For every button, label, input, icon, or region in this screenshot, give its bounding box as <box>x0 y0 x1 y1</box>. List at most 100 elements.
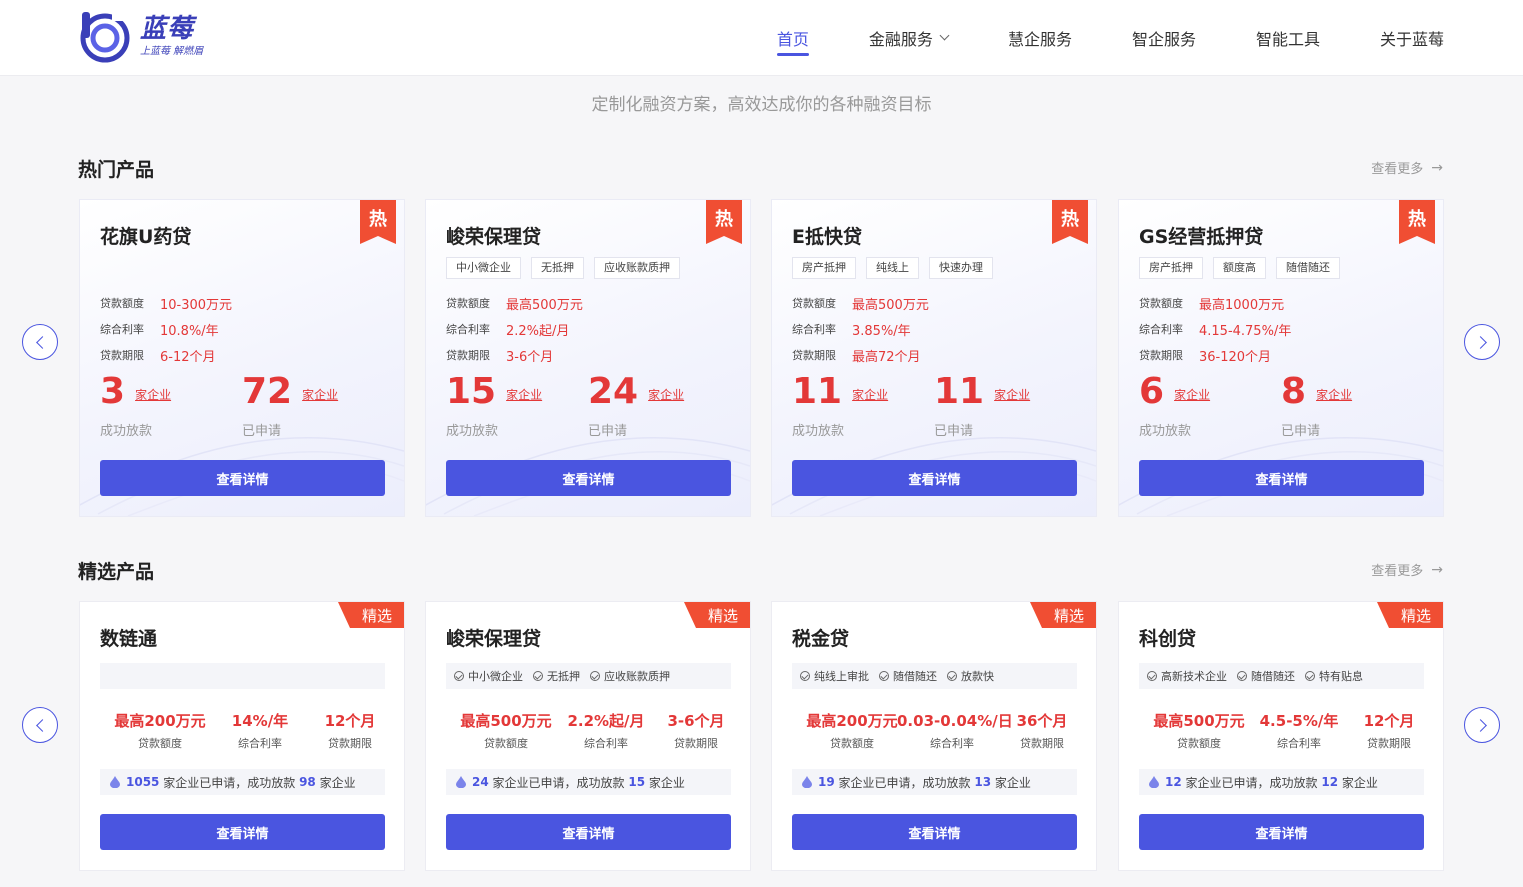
applied-count: 72 <box>242 371 293 412</box>
term-label: 贷款期限 <box>1020 737 1064 750</box>
amount-stat: 最高200万元 贷款额度 <box>792 710 912 751</box>
tag-label: 应收账款质押 <box>604 670 670 683</box>
view-details-button[interactable]: 查看详情 <box>792 814 1077 850</box>
hot-badge-label: 热 <box>715 209 733 230</box>
term-label: 贷款期限 <box>792 349 836 362</box>
apply-text: 家企业已申请，成功放款 <box>838 775 971 790</box>
product-tag: 快速办理 <box>929 257 993 279</box>
product-tag: 中小微企业 <box>454 668 523 684</box>
amount-label: 贷款额度 <box>100 297 144 310</box>
drop-icon <box>802 776 812 788</box>
view-details-button[interactable]: 查看详情 <box>446 814 731 850</box>
tag-label: 高新技术企业 <box>1161 670 1227 683</box>
product-tags: 房产抵押 额度高 随借随还 <box>1139 257 1350 279</box>
rate-stat: 4.5-5%/年 综合利率 <box>1244 710 1354 751</box>
product-tag: 无抵押 <box>531 257 584 279</box>
hot-prev-button[interactable] <box>22 324 58 360</box>
product-info: 贷款额度 10-300万元 综合利率 10.8%/年 贷款期限 6-12个月 <box>100 290 232 368</box>
amount-value: 最高1000万元 <box>1199 297 1285 313</box>
applied-count: 24 <box>588 371 639 412</box>
chevron-left-icon <box>35 335 49 349</box>
tag-label: 特有贴息 <box>1319 670 1363 683</box>
applied-stat: 24 家企业 已申请 <box>588 370 684 439</box>
page-subtitle: 定制化融资方案，高效达成你的各种融资目标 <box>591 95 932 115</box>
hot-badge-label: 热 <box>369 209 387 230</box>
product-info: 贷款额度 最高1000万元 综合利率 4.15-4.75%/年 贷款期限 36-120… <box>1139 290 1291 368</box>
product-tag: 房产抵押 <box>1139 257 1203 279</box>
amount-label: 贷款额度 <box>446 297 490 310</box>
success-label: 成功放款 <box>1139 424 1192 439</box>
chevron-left-icon <box>35 718 49 732</box>
stat-unit: 家企业 <box>135 388 172 402</box>
selected-badge-label: 精选 <box>1053 607 1084 625</box>
product-tag: 随借随还 <box>1276 257 1340 279</box>
view-details-button[interactable]: 查看详情 <box>1139 814 1424 850</box>
applied-count: 24 <box>472 775 489 789</box>
amount-stat: 最高500万元 贷款额度 <box>446 710 566 751</box>
hot-badge: 热 <box>706 200 742 244</box>
arrow-right-icon: → <box>1431 561 1443 578</box>
applied-count: 12 <box>1165 775 1182 789</box>
product-info: 贷款额度 最高500万元 综合利率 3.85%/年 贷款期限 最高72个月 <box>792 290 929 368</box>
nav-smart-tools[interactable]: 智能工具 <box>1256 0 1320 76</box>
success-label: 成功放款 <box>100 424 153 439</box>
applied-label: 已申请 <box>1281 424 1321 439</box>
nav-financial-services[interactable]: 金融服务 <box>869 0 950 76</box>
nav-home[interactable]: 首页 <box>776 0 809 76</box>
term-stat: 12个月 贷款期限 <box>1349 710 1429 751</box>
rate-label: 综合利率 <box>100 323 144 336</box>
applied-label: 已申请 <box>242 424 282 439</box>
term-label: 贷款期限 <box>446 349 490 362</box>
selected-product-card: 精选 峻荣保理贷 中小微企业 无抵押 应收账款质押 最高500万元 贷款额度 2.2… <box>425 601 751 871</box>
product-tags: 高新技术企业 随借随还 特有贴息 <box>1139 663 1424 689</box>
term-stat: 36个月 贷款期限 <box>1002 710 1082 751</box>
nav-label: 关于蓝莓 <box>1379 30 1444 49</box>
amount-value: 最高500万元 <box>852 297 929 313</box>
amount-value: 10-300万元 <box>160 297 233 313</box>
view-details-button[interactable]: 查看详情 <box>446 460 731 496</box>
logo[interactable]: 蓝莓 上蓝莓 解燃眉 <box>78 9 203 63</box>
applied-stat: 72 家企业 已申请 <box>242 370 338 439</box>
applied-count: 1055 <box>126 775 160 789</box>
view-details-button[interactable]: 查看详情 <box>1139 460 1424 496</box>
rate-value: 10.8%/年 <box>160 323 219 339</box>
hot-badge: 热 <box>1399 200 1435 244</box>
term-stat: 12个月 贷款期限 <box>310 710 390 751</box>
term-label: 贷款期限 <box>100 349 144 362</box>
product-stats: 15 家企业 成功放款 24 家企业 已申请 <box>446 370 736 440</box>
amount-label: 贷款额度 <box>1177 737 1221 750</box>
apply-text-end: 家企业 <box>1341 775 1378 790</box>
rate-stat: 2.2%起/月 综合利率 <box>551 710 661 751</box>
chevron-right-icon <box>1473 335 1487 349</box>
success-stat: 3 家企业 成功放款 <box>100 370 171 439</box>
nav-zhiqi-services[interactable]: 智企服务 <box>1132 0 1196 76</box>
product-name: 花旗U药贷 <box>100 226 192 248</box>
selected-prev-button[interactable] <box>22 707 58 743</box>
applied-count: 11 <box>934 371 985 412</box>
product-tag: 房产抵押 <box>792 257 856 279</box>
applied-count: 19 <box>818 775 835 789</box>
term-label: 贷款期限 <box>1367 737 1411 750</box>
selected-next-button[interactable] <box>1464 707 1500 743</box>
hot-next-button[interactable] <box>1464 324 1500 360</box>
more-link-label: 查看更多 <box>1371 564 1424 579</box>
term-value: 36个月 <box>1016 712 1068 730</box>
rate-value: 2.2%起/月 <box>567 712 645 730</box>
product-tag: 无抵押 <box>533 668 580 684</box>
tag-label: 放款快 <box>961 670 994 683</box>
rate-label: 综合利率 <box>238 737 282 750</box>
view-details-button[interactable]: 查看详情 <box>100 460 385 496</box>
amount-label: 贷款额度 <box>792 297 836 310</box>
success-count: 98 <box>299 775 316 789</box>
hot-more-link[interactable]: 查看更多 → <box>1371 158 1443 178</box>
product-tag: 随借随还 <box>1237 668 1295 684</box>
chevron-down-icon <box>939 30 950 41</box>
nav-about[interactable]: 关于蓝莓 <box>1380 0 1444 76</box>
nav-huiqi-services[interactable]: 慧企服务 <box>1008 0 1072 76</box>
view-details-button[interactable]: 查看详情 <box>100 814 385 850</box>
selected-more-link[interactable]: 查看更多 → <box>1371 560 1443 580</box>
view-details-button[interactable]: 查看详情 <box>792 460 1077 496</box>
product-name: 税金贷 <box>792 628 850 650</box>
stat-unit: 家企业 <box>302 388 339 402</box>
product-tags: 中小微企业 无抵押 应收账款质押 <box>446 257 690 279</box>
